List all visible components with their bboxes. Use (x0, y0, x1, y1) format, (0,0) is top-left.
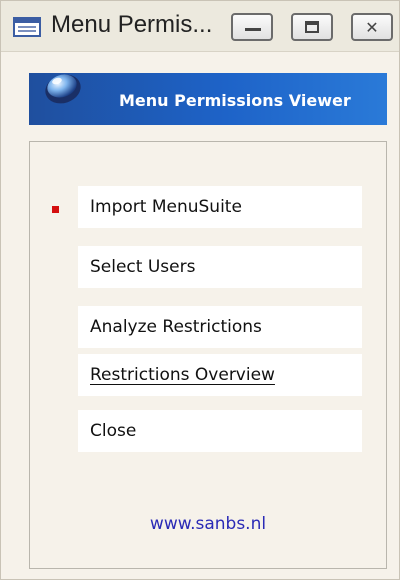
menu-panel: Import MenuSuite Select Users Analyze Re… (29, 141, 387, 569)
menu-item-select-users[interactable]: Select Users (78, 246, 362, 288)
globe-icon (45, 74, 81, 104)
menu-item-close[interactable]: Close (78, 410, 362, 452)
website-link[interactable]: www.sanbs.nl (30, 514, 386, 534)
maximize-button[interactable] (291, 13, 333, 41)
menu-item-label: Import MenuSuite (90, 197, 242, 217)
menu-item-label: Close (90, 421, 137, 441)
maximize-icon (305, 21, 319, 33)
window-title: Menu Permis... (51, 11, 213, 38)
app-window: Menu Permis... ✕ Menu Permissions Viewer (0, 0, 400, 580)
menu-item-import-menusuite[interactable]: Import MenuSuite (78, 186, 362, 228)
menu-item-label: Restrictions Overview (90, 365, 275, 385)
table-window-icon[interactable] (13, 17, 41, 37)
close-window-button[interactable]: ✕ (351, 13, 393, 41)
menu-item-label: Select Users (90, 257, 196, 277)
menu-item-label: Analyze Restrictions (90, 317, 262, 337)
minimize-button[interactable] (231, 13, 273, 41)
close-icon: ✕ (365, 17, 379, 37)
menu-item-analyze-restrictions[interactable]: Analyze Restrictions (78, 306, 362, 348)
active-item-bullet (52, 206, 59, 213)
minimize-icon (245, 28, 261, 31)
header-title: Menu Permissions Viewer (119, 91, 351, 110)
menu-item-restrictions-overview[interactable]: Restrictions Overview (78, 354, 362, 396)
title-bar[interactable]: Menu Permis... ✕ (1, 1, 399, 52)
header-banner: Menu Permissions Viewer (29, 73, 387, 125)
